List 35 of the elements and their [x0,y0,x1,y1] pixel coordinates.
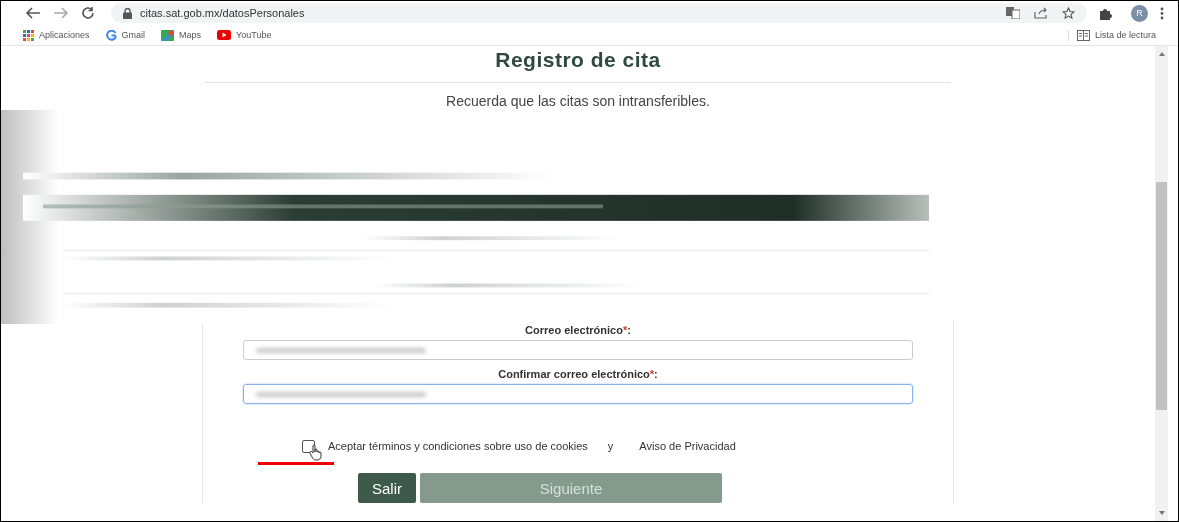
scroll-thumb[interactable] [1156,182,1167,410]
email-field[interactable] [243,340,913,360]
translate-icon[interactable] [1006,7,1020,19]
terms-text: Aceptar términos y condiciones sobre uso de cookies [328,440,588,452]
list-icon [1076,29,1090,41]
reminder-text: Recuerda que las citas son intransferibles. [446,93,710,109]
field-label: Correo electrónico*: [525,324,631,336]
email-field[interactable] [243,384,913,404]
map-pin-icon [161,29,175,41]
bookmark-link[interactable]: Gmail [105,29,146,41]
bookmark-link[interactable]: Maps [161,29,202,41]
hand-cursor-icon [309,444,323,461]
bookmark-link[interactable]: YouTube [217,30,272,40]
scroll-down-icon[interactable] [1158,511,1165,515]
page-title: Registro de cita [495,48,661,72]
menu-icon[interactable] [1160,6,1164,20]
google-g-icon [105,29,117,41]
scroll-up-icon[interactable] [1158,52,1165,56]
lock-icon [123,7,132,19]
privacy-link[interactable]: Aviso de Privacidad [639,440,736,452]
field-label: Confirmar correo electrónico*: [498,368,658,380]
play-icon [217,30,232,40]
star-icon[interactable] [1062,6,1075,20]
share-icon[interactable] [1034,7,1048,19]
apps-grid-icon [23,29,34,41]
url-text: citas.sat.gob.mx/datosPersonales [140,7,305,19]
bookmark-link[interactable]: Aplicaciones [23,29,90,41]
conjunction-text: y [607,440,614,452]
reading-list-link[interactable]: Lista de lectura [1067,29,1156,41]
scrollbar[interactable] [1155,46,1168,521]
address-bar[interactable]: citas.sat.gob.mx/datosPersonales [111,3,1087,23]
back-icon[interactable] [25,6,41,20]
reload-icon[interactable] [81,6,95,20]
puzzle-icon[interactable] [1099,6,1113,20]
exit-button[interactable]: Salir [358,473,416,503]
